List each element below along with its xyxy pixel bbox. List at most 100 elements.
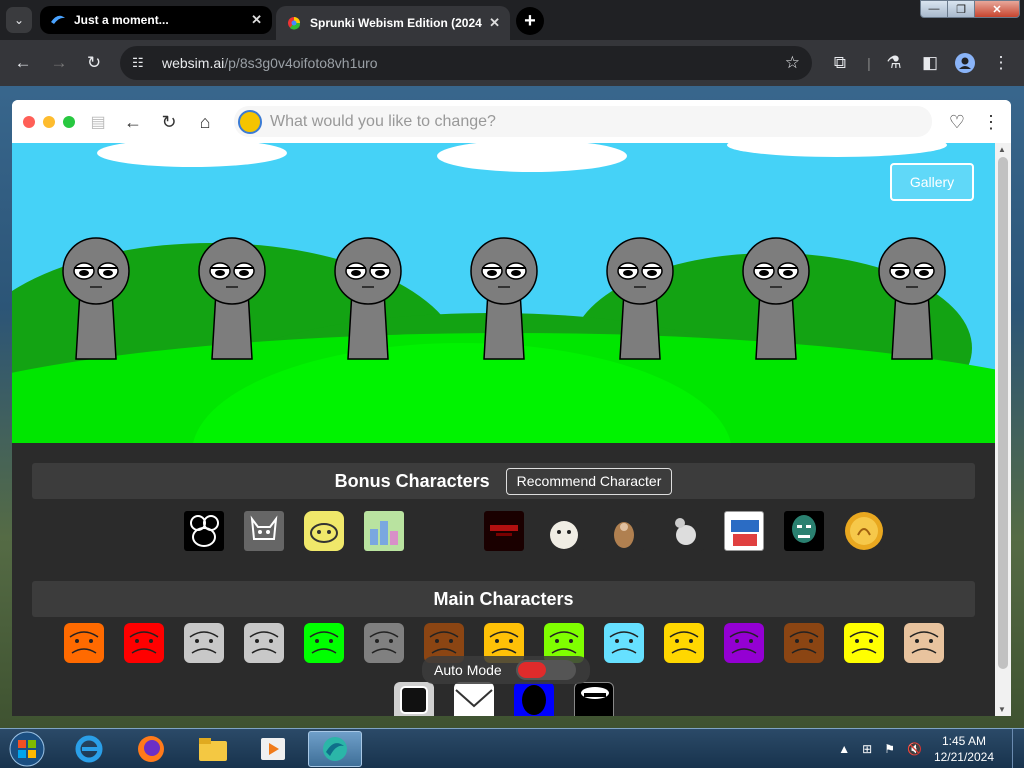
tune-icon[interactable]: ☷ (132, 55, 150, 71)
reload-button[interactable]: ↻ (83, 52, 105, 74)
clock-time: 1:45 AM (941, 734, 986, 748)
address-bar[interactable]: ☷ websim.ai/p/8s3g0v4oifoto8vh1uro ☆ (120, 46, 812, 80)
bonus-character[interactable] (364, 511, 404, 551)
firefox-taskbar-button[interactable] (124, 731, 178, 767)
star-icon[interactable]: ☆ (785, 53, 800, 73)
gallery-button[interactable]: Gallery (890, 163, 974, 201)
like-button[interactable]: ♡ (946, 111, 968, 133)
explorer-taskbar-button[interactable] (186, 731, 240, 767)
main-character[interactable] (784, 623, 824, 663)
bonus-character[interactable] (844, 511, 884, 551)
network-icon[interactable]: ⊞ (862, 742, 872, 756)
game-stage: Gallery (12, 143, 995, 443)
auto-mode-toggle[interactable] (515, 660, 576, 680)
side-panel-button[interactable]: ◧ (919, 52, 941, 74)
main-character[interactable] (364, 623, 404, 663)
green-dot-icon[interactable] (63, 116, 75, 128)
minimize-button[interactable]: — (920, 0, 948, 18)
labs-button[interactable]: ⚗ (883, 52, 905, 74)
bonus-character[interactable] (304, 511, 344, 551)
clock[interactable]: 1:45 AM 12/21/2024 (934, 733, 994, 765)
maximize-button[interactable]: ❐ (947, 0, 975, 18)
scroll-down-icon[interactable]: ▼ (998, 705, 1006, 714)
character-slot[interactable] (332, 235, 404, 363)
bonus-character[interactable] (484, 511, 524, 551)
main-character[interactable] (124, 623, 164, 663)
ws-back-button[interactable]: ← (122, 111, 144, 133)
system-tray: ▲ ⊞ ⚑ 🔇 1:45 AM 12/21/2024 (838, 729, 1024, 768)
start-button[interactable] (2, 730, 52, 768)
character-slot[interactable] (468, 235, 540, 363)
chrome-menu-button[interactable]: ⋮ (990, 52, 1012, 74)
ws-reload-button[interactable]: ↻ (158, 111, 180, 133)
extensions-button[interactable]: ⧉ (829, 52, 851, 74)
media-taskbar-button[interactable] (246, 731, 300, 767)
main-character[interactable] (394, 682, 434, 716)
main-character[interactable] (454, 682, 494, 716)
tab-sprunki[interactable]: Sprunki Webism Edition (2024 ✕ (276, 6, 510, 40)
bonus-character[interactable] (184, 511, 224, 551)
main-character[interactable] (244, 623, 284, 663)
ws-menu-button[interactable]: ⋮ (980, 111, 1002, 133)
toolbar-divider: | (867, 55, 871, 71)
character-slot[interactable] (740, 235, 812, 363)
close-icon[interactable]: ✕ (251, 12, 262, 28)
main-character[interactable] (184, 623, 224, 663)
bonus-character[interactable] (604, 511, 644, 551)
character-slot[interactable] (604, 235, 676, 363)
bonus-character[interactable] (544, 511, 584, 551)
scroll-up-icon[interactable]: ▲ (998, 145, 1006, 154)
main-character[interactable] (904, 623, 944, 663)
heart-icon: ♡ (948, 111, 966, 132)
bonus-character[interactable] (664, 511, 704, 551)
sidebar-toggle-icon[interactable]: ▤ (87, 111, 109, 133)
bonus-character[interactable] (244, 511, 284, 551)
kebab-menu-icon: ⋮ (992, 53, 1010, 72)
puzzle-icon: ⧉ (833, 53, 847, 72)
main-character[interactable] (664, 623, 704, 663)
main-character[interactable] (844, 623, 884, 663)
character-slot[interactable] (60, 235, 132, 363)
main-character[interactable] (514, 682, 554, 716)
reload-icon: ↻ (161, 111, 177, 132)
chevron-up-icon[interactable]: ▲ (838, 742, 850, 756)
tab-search-button[interactable]: ⌄ (6, 7, 32, 33)
tab-title: Sprunki Webism Edition (2024 (310, 16, 482, 30)
profile-button[interactable] (954, 52, 976, 74)
firefox-icon (138, 736, 164, 762)
main-character[interactable] (304, 623, 344, 663)
bonus-character[interactable] (784, 511, 824, 551)
volume-muted-icon[interactable]: 🔇 (907, 742, 922, 756)
ie-taskbar-button[interactable] (62, 731, 116, 767)
main-character[interactable] (64, 623, 104, 663)
red-dot-icon[interactable] (23, 116, 35, 128)
character-slot[interactable] (876, 235, 948, 363)
main-section-header: Main Characters (32, 581, 975, 617)
bonus-character[interactable] (724, 511, 764, 551)
profile-icon (955, 53, 975, 73)
tab-just-a-moment[interactable]: Just a moment... ✕ (40, 6, 272, 34)
windows-taskbar: ▲ ⊞ ⚑ 🔇 1:45 AM 12/21/2024 (0, 728, 1024, 768)
main-character[interactable] (604, 623, 644, 663)
flag-icon[interactable]: ⚑ (884, 742, 895, 756)
close-window-button[interactable]: ✕ (974, 0, 1020, 18)
ws-home-button[interactable]: ⌂ (194, 111, 216, 133)
main-character[interactable] (724, 623, 764, 663)
edge-taskbar-button[interactable] (308, 731, 362, 767)
scrollbar[interactable]: ▲ ▼ (995, 143, 1011, 716)
recommend-character-button[interactable]: Recommend Character (505, 467, 673, 495)
url-text: websim.ai/p/8s3g0v4oifoto8vh1uro (162, 55, 378, 71)
back-button[interactable]: ← (12, 52, 34, 74)
show-desktop-button[interactable] (1012, 729, 1024, 768)
scrollbar-thumb[interactable] (998, 157, 1008, 669)
character-slot[interactable] (196, 235, 268, 363)
restore-icon: ❐ (956, 3, 966, 16)
reload-icon: ↻ (86, 53, 102, 72)
new-tab-button[interactable]: + (516, 7, 544, 35)
forward-button[interactable]: → (48, 52, 70, 74)
close-icon[interactable]: ✕ (489, 15, 500, 31)
main-character[interactable] (574, 682, 614, 716)
flask-icon: ⚗ (886, 53, 902, 72)
yellow-dot-icon[interactable] (43, 116, 55, 128)
change-prompt-input[interactable]: What would you like to change? (234, 106, 932, 137)
